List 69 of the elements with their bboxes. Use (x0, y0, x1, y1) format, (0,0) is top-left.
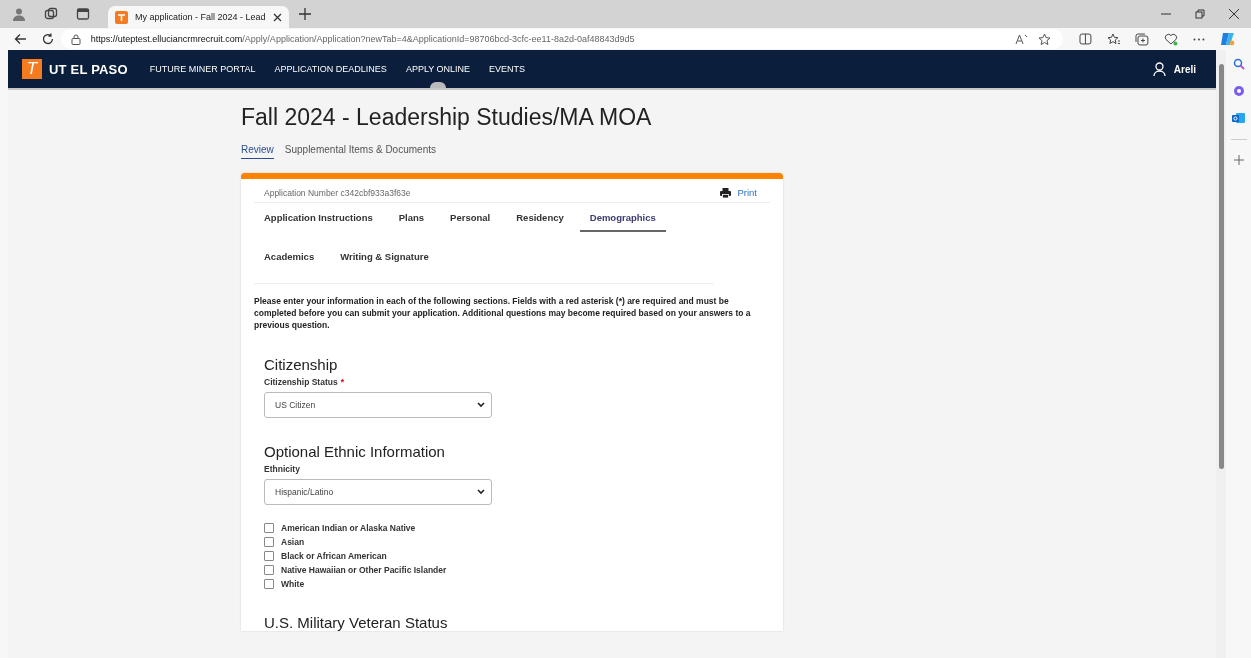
section-tab[interactable]: Demographics (579, 207, 666, 232)
star-icon[interactable] (1037, 32, 1051, 46)
select-field[interactable]: US Citizen (264, 392, 492, 418)
page-tab[interactable]: Supplemental Items & Documents (284, 144, 436, 159)
heart-extension-icon[interactable] (1164, 32, 1179, 46)
required-asterisk: * (340, 377, 344, 387)
section-tab[interactable]: Personal (450, 207, 491, 232)
section-heading: Citizenship (264, 356, 339, 373)
shapes-icon[interactable] (1232, 85, 1245, 97)
section-tab[interactable]: Application Instructions (264, 207, 373, 232)
favorites-icon[interactable] (1106, 32, 1121, 46)
section-tab[interactable]: Plans (398, 207, 425, 232)
checkbox-label: Black or African American (281, 551, 387, 561)
user-icon[interactable] (1152, 62, 1166, 76)
new-tab-icon[interactable] (298, 8, 311, 20)
section-tab[interactable]: Residency (516, 207, 564, 232)
instructions-text: Please enter your information in each of the following sections. Fields with a red asterisk (*) are required and must be completed before you can submit your application. Additional questions may become required based on your answers to a previous question. (254, 295, 752, 331)
search-icon[interactable] (1232, 58, 1245, 70)
browser-tab[interactable]: My application - Fall 2024 - Lead (108, 6, 289, 28)
add-icon[interactable] (1233, 155, 1244, 165)
more-icon[interactable] (1193, 37, 1206, 41)
lock-icon (70, 33, 81, 45)
split-screen-icon[interactable] (1078, 33, 1092, 45)
section-tab[interactable]: Academics (264, 246, 315, 269)
mail-app-icon[interactable] (1232, 112, 1245, 124)
scrollbar[interactable] (1216, 50, 1226, 658)
nav-link[interactable]: APPLICATION DEADLINES (274, 50, 387, 88)
page-tab[interactable]: Review (241, 144, 274, 159)
logo-text: UT EL PASO (49, 61, 128, 77)
select-field[interactable]: Hispanic/Latino (264, 479, 492, 505)
nav-link[interactable]: APPLY ONLINE (405, 50, 471, 88)
user-name[interactable]: Areli (1173, 63, 1196, 75)
checkbox[interactable] (264, 579, 274, 589)
refresh-icon[interactable] (41, 33, 54, 45)
checkbox-label: Asian (281, 537, 305, 547)
site-favicon-icon (115, 10, 128, 24)
checkbox-label: Native Hawaiian or Other Pacific Islander (281, 565, 447, 575)
back-icon[interactable] (14, 33, 27, 45)
section-heading: Optional Ethnic Information (264, 443, 446, 460)
printer-icon[interactable] (720, 187, 732, 198)
tab-actions-icon[interactable] (76, 7, 90, 21)
close-icon[interactable] (1229, 9, 1239, 19)
url-text: https://uteptest.elluciancrmrecruit.com/Apply/Application/Application?newTab=4&ApplicationId=98706bcd-3cfc-ee11-8a2d-0af48843d9d5 (90, 34, 635, 44)
checkbox[interactable] (264, 551, 274, 561)
nav-link[interactable]: FUTURE MINER PORTAL (149, 50, 256, 88)
field-label: Ethnicity (264, 464, 300, 474)
chevron-down-icon (477, 402, 485, 408)
close-icon[interactable] (272, 12, 282, 22)
checkbox-label: White (281, 579, 305, 589)
section-heading: U.S. Military Veteran Status (264, 614, 449, 631)
nav-link[interactable]: EVENTS (489, 50, 526, 88)
field-label: Citizenship Status (264, 377, 338, 387)
collections-icon[interactable] (1135, 32, 1150, 46)
logo-mark: T (22, 59, 42, 79)
checkbox[interactable] (264, 565, 274, 575)
copilot-icon[interactable] (1220, 31, 1237, 47)
print-link[interactable]: Print (737, 187, 757, 198)
checkbox[interactable] (264, 537, 274, 547)
page-title: Fall 2024 - Leadership Studies/MA MOA (241, 104, 653, 131)
profile-icon[interactable] (12, 7, 26, 21)
section-tab[interactable]: Writing & Signature (340, 246, 429, 269)
restore-icon[interactable] (1195, 9, 1205, 19)
application-number: Application Number c342cbf933a3f63e (264, 187, 412, 198)
checkbox[interactable] (264, 523, 274, 533)
workspaces-icon[interactable] (44, 7, 58, 21)
read-aloud-icon[interactable] (1014, 33, 1028, 45)
address-bar[interactable]: https://uteptest.elluciancrmrecruit.com/Apply/Application/Application?newTab=4&ApplicationId=98706bcd-3cfc-ee11-8a2d-0af48843d9d5 (60, 29, 1063, 49)
checkbox-label: American Indian or Alaska Native (281, 523, 416, 533)
chevron-down-icon (477, 489, 485, 495)
